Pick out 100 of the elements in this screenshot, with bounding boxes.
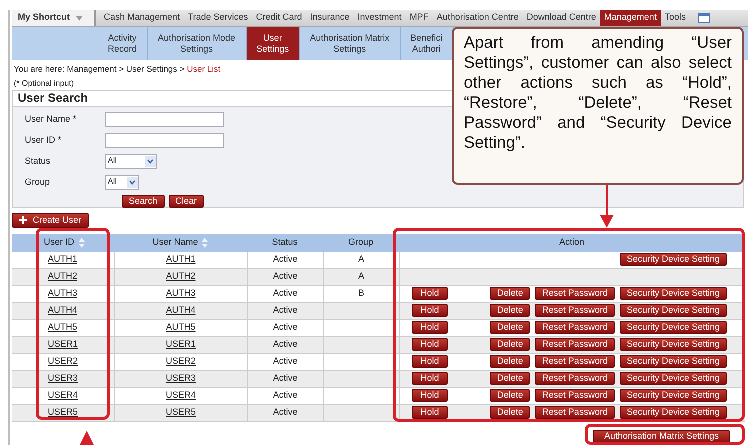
- group-cell-text: A: [358, 270, 364, 283]
- action-button[interactable]: Security Device Setting: [620, 253, 727, 266]
- action-button[interactable]: Reset Password: [535, 406, 615, 420]
- action-button[interactable]: Delete: [490, 304, 530, 318]
- column-header: Status: [272, 236, 298, 249]
- nav-tab[interactable]: Authorisation Centre: [432, 10, 523, 26]
- user-name-link[interactable]: USER5: [166, 406, 196, 420]
- hold-button[interactable]: Hold: [412, 406, 448, 420]
- hold-button[interactable]: Hold: [412, 321, 448, 334]
- user-id-link[interactable]: USER4: [48, 390, 78, 400]
- nav-tab[interactable]: MPF: [406, 10, 433, 26]
- sub-nav-tab[interactable]: Authorisation Matrix Settings: [300, 27, 401, 60]
- text-field[interactable]: [105, 132, 224, 148]
- field-label: User Name *: [25, 112, 78, 126]
- action-button[interactable]: Security Device Setting: [620, 338, 727, 352]
- nav-tab[interactable]: Investment: [354, 10, 406, 26]
- user-name-link[interactable]: USER1: [166, 338, 196, 352]
- status-cell-text: Active: [273, 270, 298, 283]
- dropdown-icon: [127, 176, 138, 188]
- action-button[interactable]: Reset Password: [535, 372, 615, 386]
- user-id-link[interactable]: USER2: [48, 356, 78, 366]
- user-id-link[interactable]: USER3: [48, 373, 78, 383]
- user-name-link[interactable]: USER3: [166, 372, 196, 386]
- nav-tab[interactable]: Credit Card: [252, 10, 306, 26]
- action-button[interactable]: Reset Password: [535, 338, 615, 352]
- action-button[interactable]: Reset Password: [535, 389, 615, 402]
- select-field[interactable]: All: [105, 154, 157, 169]
- create-user-button[interactable]: Create User: [12, 212, 89, 228]
- status-cell-text: Active: [273, 304, 298, 317]
- user-name-link[interactable]: USER2: [166, 355, 196, 368]
- user-name-link[interactable]: AUTH2: [166, 270, 196, 284]
- sub-nav-tab[interactable]: User Settings: [246, 27, 300, 60]
- search-panel-button[interactable]: Search: [122, 194, 165, 208]
- action-button[interactable]: Reset Password: [535, 304, 615, 318]
- nav-tab[interactable]: Management: [600, 10, 661, 26]
- nav-tab[interactable]: Insurance: [306, 10, 354, 26]
- column-header[interactable]: User ID: [44, 236, 75, 250]
- action-button[interactable]: Delete: [490, 321, 530, 334]
- action-button[interactable]: Delete: [490, 372, 530, 386]
- hold-button[interactable]: Hold: [412, 355, 448, 368]
- dropdown-icon: [145, 156, 156, 167]
- user-name-link[interactable]: AUTH1: [166, 253, 196, 266]
- user-name-link[interactable]: AUTH4: [166, 304, 196, 318]
- user-name-link[interactable]: AUTH5: [166, 321, 196, 334]
- user-id-link[interactable]: AUTH3: [48, 288, 78, 298]
- hold-button[interactable]: Hold: [412, 372, 448, 386]
- action-button[interactable]: Security Device Setting: [620, 321, 727, 334]
- search-panel-button[interactable]: Clear: [168, 194, 204, 208]
- user-id-link[interactable]: USER1: [48, 339, 78, 349]
- group-cell-text: A: [358, 253, 364, 266]
- action-button[interactable]: Security Device Setting: [620, 372, 727, 386]
- plus-icon: [19, 216, 27, 224]
- pointer-arrow: [600, 185, 614, 228]
- sub-nav-tab[interactable]: Activity Record: [98, 27, 148, 60]
- user-id-link[interactable]: AUTH1: [48, 254, 78, 264]
- action-button[interactable]: Security Device Setting: [620, 389, 727, 402]
- action-button[interactable]: Delete: [490, 338, 530, 352]
- action-button[interactable]: Security Device Setting: [620, 355, 727, 368]
- action-button[interactable]: Security Device Setting: [620, 287, 727, 300]
- hold-button[interactable]: Hold: [412, 304, 448, 318]
- action-button[interactable]: Security Device Setting: [620, 406, 727, 420]
- nav-tab[interactable]: Trade Services: [184, 10, 252, 26]
- hold-button[interactable]: Hold: [412, 389, 448, 402]
- user-name-link[interactable]: AUTH3: [166, 287, 196, 300]
- status-cell-text: Active: [273, 355, 298, 368]
- field-label: Status: [25, 154, 52, 168]
- shortcut-dropdown[interactable]: My Shortcut: [12, 10, 96, 26]
- hold-button[interactable]: Hold: [412, 338, 448, 352]
- user-name-link[interactable]: USER4: [166, 389, 196, 402]
- action-button[interactable]: Reset Password: [535, 321, 615, 334]
- action-button[interactable]: Delete: [490, 406, 530, 420]
- column-header[interactable]: User Name: [152, 236, 198, 250]
- status-cell-text: Active: [273, 406, 298, 419]
- user-id-link[interactable]: AUTH4: [48, 305, 78, 315]
- optional-note: (* Optional input): [14, 78, 74, 90]
- action-button[interactable]: Delete: [490, 355, 530, 368]
- nav-tab[interactable]: Cash Management: [100, 10, 184, 26]
- action-button[interactable]: Security Device Setting: [620, 304, 727, 318]
- pointer-arrow: [80, 431, 94, 445]
- nav-tab[interactable]: Download Centre: [522, 10, 600, 26]
- nav-tab[interactable]: Tools: [660, 10, 690, 26]
- user-id-link[interactable]: AUTH5: [48, 322, 78, 332]
- authorisation-matrix-button[interactable]: Authorisation Matrix Settings: [593, 430, 730, 444]
- select-field[interactable]: All: [105, 174, 139, 190]
- user-id-link[interactable]: USER5: [48, 407, 78, 417]
- user-id-link[interactable]: AUTH2: [48, 271, 78, 281]
- action-button[interactable]: Reset Password: [535, 287, 615, 300]
- sort-icon[interactable]: [78, 238, 85, 248]
- status-cell-text: Active: [273, 287, 298, 300]
- status-cell-text: Active: [273, 372, 298, 385]
- text-field[interactable]: [105, 112, 224, 127]
- column-header: Group: [348, 236, 374, 249]
- sort-icon[interactable]: [202, 238, 208, 248]
- hold-button[interactable]: Hold: [412, 287, 448, 300]
- action-button[interactable]: Delete: [490, 389, 530, 402]
- action-button[interactable]: Reset Password: [535, 355, 615, 368]
- field-label: User ID *: [25, 134, 63, 146]
- action-button[interactable]: Delete: [490, 287, 530, 300]
- status-cell-text: Active: [273, 253, 298, 266]
- window-icon[interactable]: [698, 13, 710, 23]
